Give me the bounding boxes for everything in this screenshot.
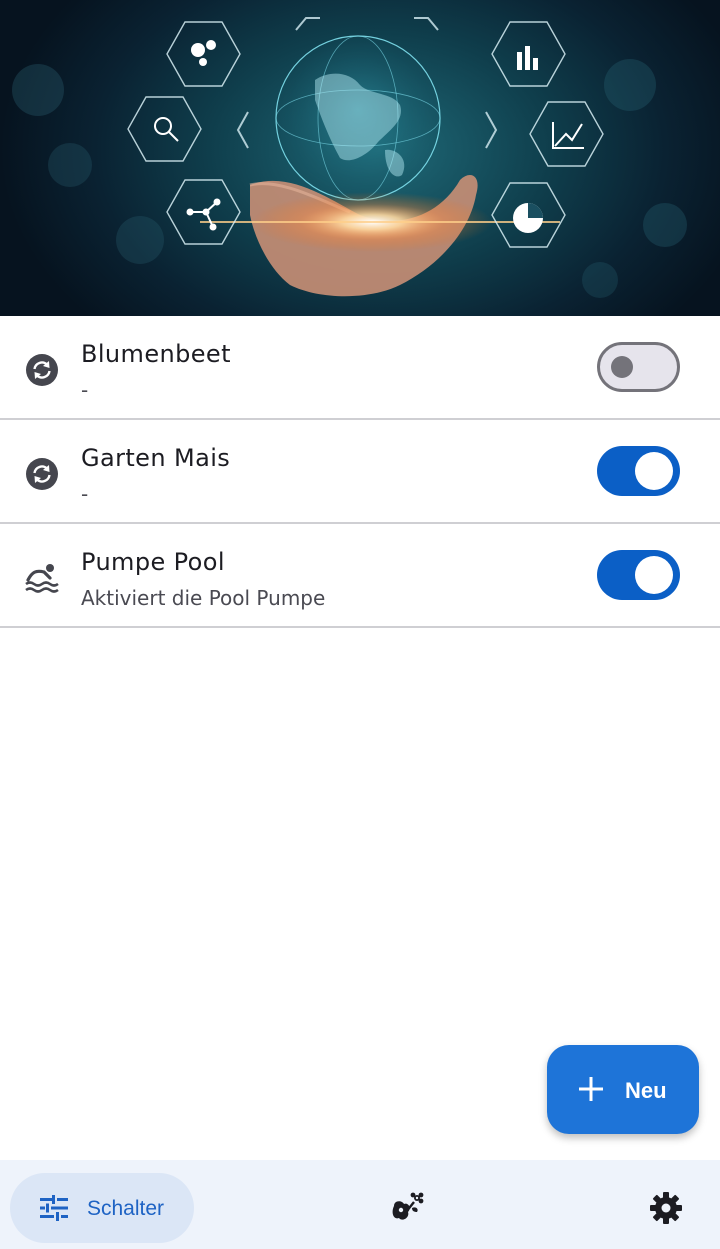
switch-toggle-garten-mais[interactable] <box>597 446 680 496</box>
new-button-label: Neu <box>625 1078 667 1103</box>
globe-hand-illustration <box>12 17 687 298</box>
switch-toggle-blumenbeet[interactable] <box>597 342 680 392</box>
toggle-knob <box>635 452 673 490</box>
swimming-icon <box>25 564 59 593</box>
switch-row-blumenbeet[interactable]: Blumenbeet - <box>0 316 720 420</box>
bottom-navigation: Schalter <box>0 1160 720 1249</box>
nav-label-schalter: Schalter <box>87 1197 165 1220</box>
switch-subtitle: - <box>81 482 89 506</box>
switch-row-pumpe-pool[interactable]: Pumpe Pool Aktiviert die Pool Pumpe <box>0 524 720 628</box>
plus-icon <box>579 1077 603 1101</box>
switch-subtitle: Aktiviert die Pool Pumpe <box>81 586 326 610</box>
switch-row-garten-mais[interactable]: Garten Mais - <box>0 420 720 524</box>
switch-toggle-pumpe-pool[interactable] <box>597 550 680 600</box>
new-switch-button[interactable]: Neu <box>547 1045 699 1134</box>
toggle-knob <box>611 356 633 378</box>
plant-icon[interactable] <box>388 1190 428 1226</box>
switch-title: Garten Mais <box>81 444 231 472</box>
switch-subtitle: - <box>81 378 89 402</box>
switch-title: Pumpe Pool <box>81 548 225 576</box>
nav-item-schalter[interactable]: Schalter <box>10 1173 194 1243</box>
tune-icon <box>40 1195 68 1221</box>
sync-icon <box>26 354 58 386</box>
switch-title: Blumenbeet <box>81 340 231 368</box>
switch-list: Blumenbeet - Garten Mais - Pumpe Pool Ak… <box>0 316 720 628</box>
sync-icon <box>26 458 58 490</box>
header-image <box>0 0 720 316</box>
toggle-knob <box>635 556 673 594</box>
gear-icon[interactable] <box>648 1190 684 1226</box>
